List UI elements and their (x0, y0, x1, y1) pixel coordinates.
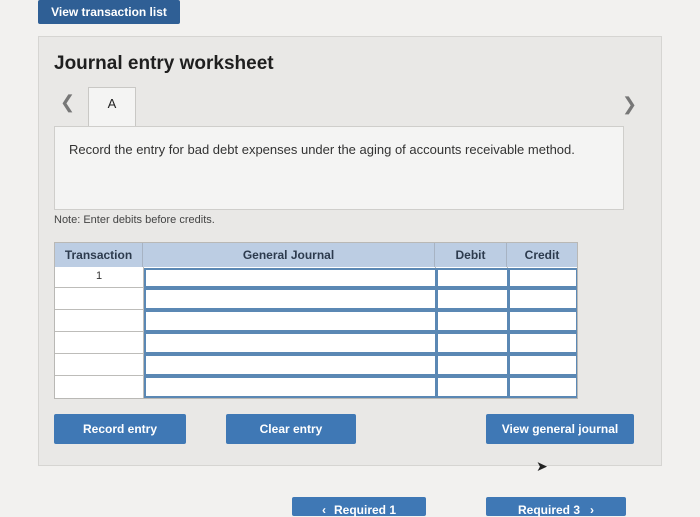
credit-input[interactable] (508, 332, 577, 354)
credit-input[interactable] (508, 288, 577, 310)
credit-input[interactable] (508, 310, 577, 332)
credit-input[interactable] (508, 268, 577, 288)
debit-input[interactable] (436, 354, 508, 376)
record-entry-button[interactable]: Record entry (54, 414, 186, 444)
debit-input[interactable] (436, 288, 508, 310)
account-input[interactable] (144, 332, 436, 354)
tab-a[interactable]: A (88, 87, 136, 127)
instruction-text: Record the entry for bad debt expenses u… (69, 142, 575, 157)
journal-table: Transaction General Journal Debit Credit… (54, 242, 578, 399)
account-input[interactable] (144, 310, 436, 332)
required-3-label: Required 3 (517, 503, 580, 517)
header-transaction: Transaction (55, 243, 143, 267)
header-general-journal: General Journal (143, 243, 435, 267)
account-input[interactable] (144, 376, 436, 398)
header-credit: Credit (507, 243, 577, 267)
account-input[interactable] (144, 268, 436, 288)
account-input[interactable] (144, 354, 436, 376)
clear-entry-button[interactable]: Clear entry (226, 414, 356, 444)
required-1-label: Required 1 (333, 503, 396, 517)
chevron-right-icon[interactable]: ❯ (622, 94, 637, 115)
header-debit: Debit (435, 243, 507, 267)
debit-input[interactable] (436, 332, 508, 354)
view-transaction-list-button[interactable]: View transaction list (38, 0, 180, 24)
chevron-left-icon: ‹ (321, 503, 326, 517)
tab-label: A (107, 96, 117, 111)
worksheet-title: Journal entry worksheet (54, 53, 274, 74)
debit-input[interactable] (436, 310, 508, 332)
credit-input[interactable] (508, 354, 577, 376)
chevron-left-icon[interactable]: ❮ (60, 92, 75, 113)
view-general-journal-button[interactable]: View general journal (486, 414, 634, 444)
credit-input[interactable] (508, 376, 577, 398)
chevron-right-icon: › (590, 503, 594, 517)
transaction-number: 1 (95, 270, 103, 282)
instruction-box: Record the entry for bad debt expenses u… (54, 126, 624, 210)
required-3-button[interactable]: Required 3 › (486, 497, 626, 517)
mouse-cursor-icon: ➤ (536, 458, 548, 474)
required-1-button[interactable]: ‹ Required 1 (292, 497, 426, 517)
account-input[interactable] (144, 288, 436, 310)
note-text: Note: Enter debits before credits. (54, 214, 215, 226)
debit-input[interactable] (436, 268, 508, 288)
debit-input[interactable] (436, 376, 508, 398)
